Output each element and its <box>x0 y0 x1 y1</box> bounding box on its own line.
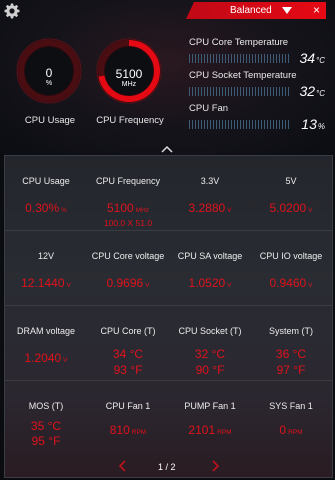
sensor-title: CPU Usage <box>22 176 70 186</box>
cpu-core-temp-value: 34°C <box>299 50 325 66</box>
cpu-frequency-unit: MHz <box>121 81 137 88</box>
profile-label: Balanced <box>230 5 272 16</box>
chevron-down-icon <box>282 7 292 14</box>
cpu-usage-value: 0 <box>45 66 53 80</box>
sensor-value: 0.9460 V <box>269 276 313 290</box>
sensor-value: 32 °C <box>194 347 226 361</box>
close-icon[interactable]: × <box>313 4 320 16</box>
chevron-up-icon[interactable] <box>160 144 174 154</box>
sensor-row: 12V 12.1440 V CPU Core voltage 0.9696 V CP… <box>5 231 332 306</box>
cpu-socket-temp-value: 32°C <box>299 83 325 99</box>
sensor-value: 2101 RPM <box>188 423 232 437</box>
sensor-title: CPU SA voltage <box>177 251 243 261</box>
sensor-row: MOS (T) 35 °C 95 °F CPU Fan 1 810 RPM PUM… <box>5 381 332 455</box>
cpu-frequency-value: 5100 <box>115 67 143 81</box>
sensor-value: 12.1440 V <box>21 276 71 290</box>
sensor-title: CPU Frequency <box>95 176 161 186</box>
sensor-title: CPU Socket (T) <box>178 326 242 336</box>
sensor-sub-value: 93 °F <box>113 363 143 377</box>
cpu-fan-bar <box>189 120 289 129</box>
sensor-row: CPU Usage 0.30%% CPU Frequency 5100 MHz 1… <box>5 156 332 231</box>
sensor-title: MOS (T) <box>28 401 64 411</box>
sensor-title: System (T) <box>269 326 313 336</box>
gear-icon[interactable] <box>4 3 20 19</box>
page-indicator: 1 / 2 <box>158 462 176 472</box>
cpu-fan-label: CPU Fan <box>189 103 229 114</box>
sensor-title: 5V <box>285 176 297 186</box>
sensor-sub-value: 97 °F <box>276 363 306 377</box>
sensor-value: 5.0200 V <box>269 201 313 215</box>
sensor-value: 0.30%% <box>25 201 67 215</box>
cpu-usage-unit: % <box>45 80 53 87</box>
cpu-core-temp-bar <box>189 54 289 63</box>
sensor-title: 3.3V <box>200 176 220 186</box>
profile-dropdown[interactable]: Balanced × <box>186 2 326 19</box>
sensor-value: 0 RPM <box>279 423 303 437</box>
cpu-core-temp-label: CPU Core Temperature <box>189 37 289 48</box>
sensor-title: DRAM voltage <box>16 326 76 336</box>
sensor-sub-value: 90 °F <box>195 363 225 377</box>
chevron-left-icon[interactable] <box>118 460 128 472</box>
sensor-value: 810 RPM <box>109 423 147 437</box>
sensor-row: DRAM voltage 1.2040 V CPU Core (T) 34 °C … <box>5 306 332 381</box>
sensor-title: CPU Core (T) <box>100 326 156 336</box>
sensor-title: CPU Fan 1 <box>105 401 151 411</box>
sensor-value: 35 °C <box>30 419 62 433</box>
chevron-right-icon[interactable] <box>210 460 220 472</box>
sensor-value: 36 °C <box>275 347 307 361</box>
sensor-panel: CPU Usage 0.30%% CPU Frequency 5100 MHz 1… <box>4 155 333 478</box>
cpu-socket-temp-bar <box>189 87 289 96</box>
sensor-sub-value: 95 °F <box>31 434 61 448</box>
sensor-title: CPU IO voltage <box>259 251 323 261</box>
cpu-fan-value: 13% <box>301 116 325 132</box>
sensor-value: 0.9696 V <box>106 276 150 290</box>
sensor-title: SYS Fan 1 <box>269 401 313 411</box>
cpu-usage-label: CPU Usage <box>24 115 76 126</box>
sensor-title: CPU Core voltage <box>91 251 165 261</box>
sensor-title: 12V <box>37 251 54 261</box>
top-monitor-area: Balanced × 0 % CPU Usage 5100 MHz CPU Fr… <box>0 0 335 155</box>
sensor-value: 34 °C <box>112 347 144 361</box>
sensor-title: PUMP Fan 1 <box>184 401 236 411</box>
sensor-value: 5100 MHz <box>106 201 150 215</box>
sensor-value: 1.2040 V <box>24 351 68 365</box>
sensor-value: 3.2880 V <box>188 201 232 215</box>
cpu-frequency-label: CPU Frequency <box>96 115 164 126</box>
cpu-socket-temp-label: CPU Socket Temperature <box>189 70 297 81</box>
sensor-sub-value: 100.0 X 51.0 <box>103 218 153 228</box>
sensor-value: 1.0520 V <box>188 276 232 290</box>
